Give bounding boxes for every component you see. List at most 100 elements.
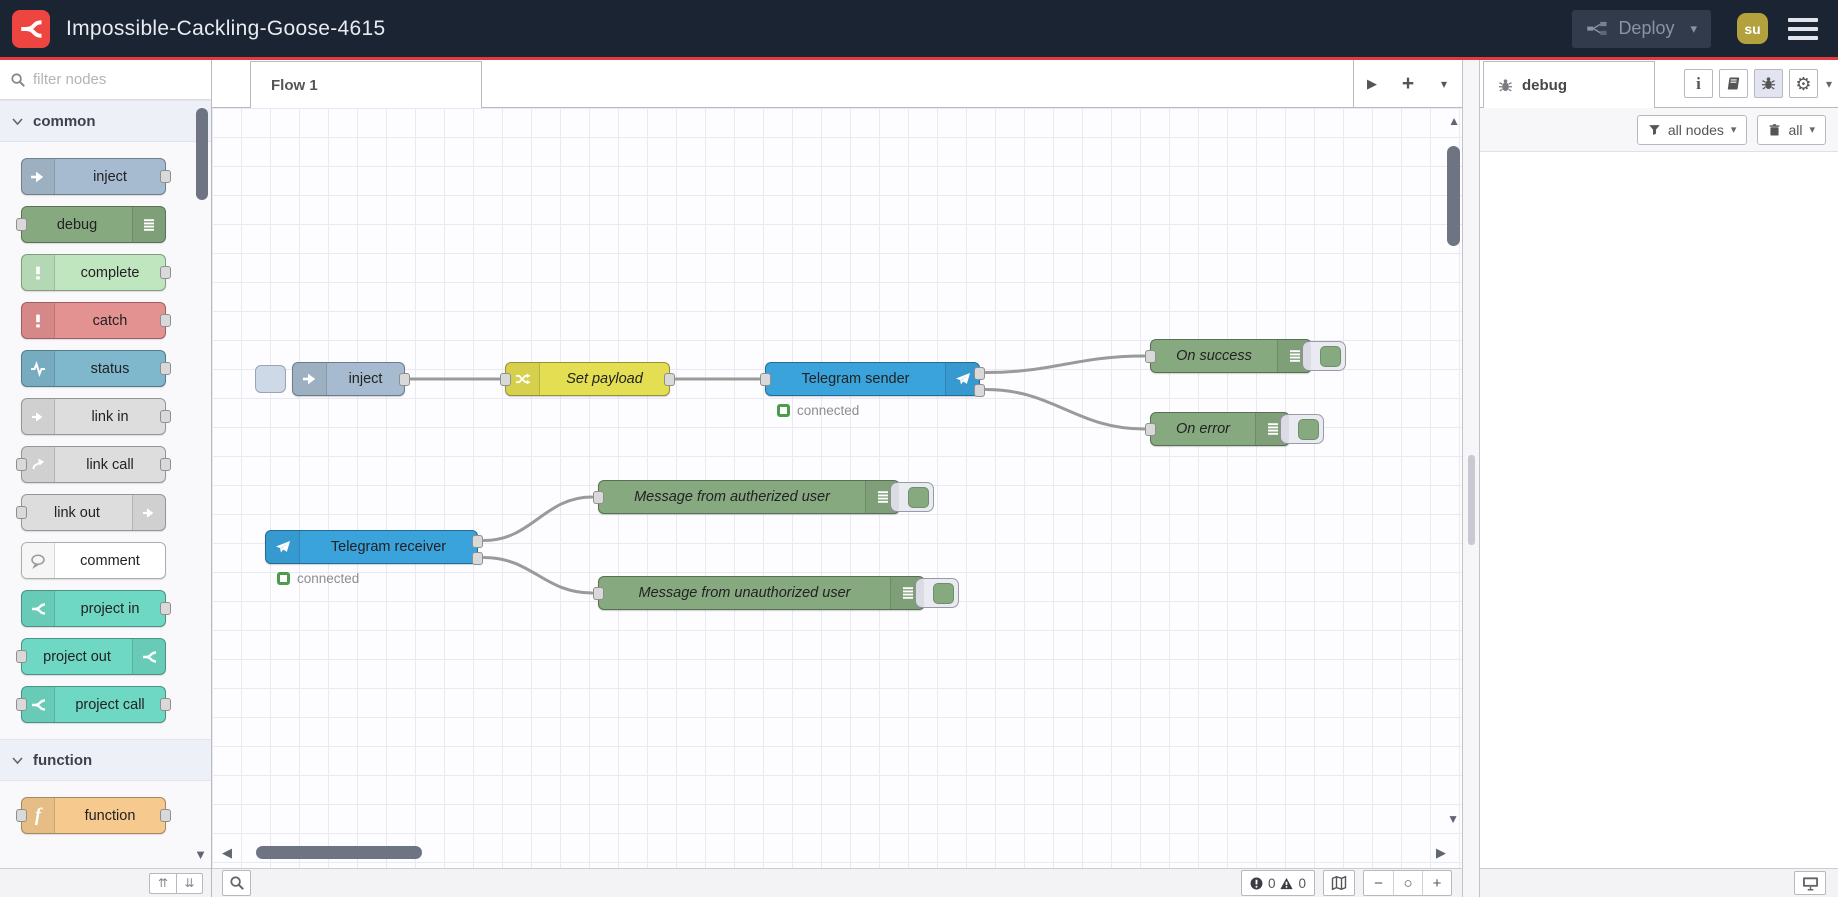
filter-chevron-icon: ▾ — [1730, 124, 1737, 136]
canvas-scroll-right-icon[interactable]: ▶ — [1436, 845, 1446, 861]
output-port[interactable] — [160, 314, 171, 327]
help-tab-button[interactable] — [1718, 69, 1748, 98]
output-port[interactable] — [664, 372, 675, 386]
main-menu-button[interactable] — [1788, 17, 1818, 40]
canvas-horizontal-scrollbar-thumb[interactable] — [256, 846, 422, 859]
flow-canvas[interactable]: inject Set payload Telegram sender connecte… — [212, 108, 1462, 868]
canvas-scroll-left-icon[interactable]: ◀ — [222, 845, 232, 861]
output-port-2[interactable] — [974, 384, 985, 397]
palette-node-debug[interactable]: debug — [16, 206, 166, 243]
palette-node-status[interactable]: status — [21, 350, 171, 387]
output-port-2[interactable] — [472, 552, 483, 565]
palette-node-catch[interactable]: catch — [21, 302, 171, 339]
input-port[interactable] — [1145, 349, 1156, 363]
input-port[interactable] — [593, 490, 604, 504]
filter-nodes-input[interactable] — [33, 71, 183, 88]
expand-all-button[interactable]: ⇊ — [176, 872, 203, 894]
exclaim-icon — [30, 313, 46, 329]
palette-category-common[interactable]: common — [0, 100, 211, 142]
palette-node-function[interactable]: f function — [16, 797, 171, 834]
notification-counts[interactable]: 0 0 — [1240, 870, 1315, 896]
splitter-scrollbar-thumb[interactable] — [1468, 455, 1475, 545]
palette-node-project-in[interactable]: project in — [21, 590, 171, 627]
flow-node-inject[interactable]: inject — [255, 362, 410, 396]
input-port[interactable] — [760, 372, 771, 386]
wire[interactable] — [984, 388, 1146, 431]
node-label: comment — [80, 552, 140, 569]
sidebar-splitter[interactable] — [1462, 60, 1480, 897]
output-port-1[interactable] — [974, 367, 985, 380]
debug-tab-button[interactable] — [1753, 69, 1783, 98]
deploy-options-chevron-icon[interactable]: ▾ — [1690, 21, 1697, 37]
wire[interactable] — [482, 556, 594, 595]
flow-node-sender[interactable]: Telegram sender — [760, 362, 985, 397]
sidebar-tabs-chevron-icon[interactable]: ▾ — [1826, 77, 1832, 91]
input-port[interactable] — [16, 650, 27, 663]
input-port[interactable] — [16, 218, 27, 231]
palette-node-project-out[interactable]: project out — [16, 638, 166, 675]
canvas-scroll-down-icon[interactable]: ▼ — [1447, 812, 1459, 826]
palette-node-complete[interactable]: complete — [21, 254, 171, 291]
open-debug-window-button[interactable] — [1794, 871, 1826, 895]
canvas-search-button[interactable] — [222, 870, 251, 896]
output-port[interactable] — [160, 266, 171, 279]
add-flow-button[interactable]: + — [1390, 72, 1426, 96]
palette-category-function[interactable]: function — [0, 739, 211, 781]
zoom-reset-button[interactable]: ○ — [1393, 871, 1422, 895]
flow-node-success[interactable]: On success — [1145, 339, 1346, 373]
flow-node-unauth[interactable]: Message from unauthorized user — [593, 576, 959, 610]
collapse-all-button[interactable]: ⇈ — [149, 872, 176, 894]
flow-node-error[interactable]: On error — [1145, 412, 1324, 446]
output-port[interactable] — [160, 698, 171, 711]
palette-node-link-out[interactable]: link out — [16, 494, 166, 531]
output-port[interactable] — [160, 458, 171, 471]
flow-node-receiver[interactable]: Telegram receiver — [265, 530, 483, 565]
palette-node-inject[interactable]: inject — [21, 158, 171, 195]
list-icon — [141, 217, 157, 233]
input-port[interactable] — [16, 506, 27, 519]
gear-icon: ⚙ — [1795, 73, 1812, 94]
flow-list-chevron-icon[interactable]: ▾ — [1426, 77, 1462, 91]
tab-scroll-right-icon[interactable]: ▶ — [1354, 76, 1390, 92]
input-port[interactable] — [593, 586, 604, 600]
canvas-vertical-scrollbar-thumb[interactable] — [1447, 146, 1460, 246]
output-port[interactable] — [160, 362, 171, 375]
input-port[interactable] — [1145, 422, 1156, 436]
flow-node-auth[interactable]: Message from autherized user — [593, 480, 934, 514]
monitor-icon — [1802, 876, 1819, 891]
input-port[interactable] — [500, 372, 511, 386]
debug-tab-label: debug — [1522, 76, 1567, 94]
canvas-scroll-up-icon[interactable]: ▲ — [1448, 114, 1460, 128]
user-avatar[interactable]: su — [1737, 13, 1768, 44]
input-port[interactable] — [16, 458, 27, 471]
palette-node-link-call[interactable]: link call — [16, 446, 171, 483]
output-port-1[interactable] — [472, 535, 483, 548]
zoom-in-button[interactable]: + — [1422, 871, 1451, 895]
output-port[interactable] — [160, 602, 171, 615]
zoom-out-button[interactable]: − — [1364, 871, 1393, 895]
wire[interactable] — [482, 495, 594, 542]
deploy-button[interactable]: Deploy ▾ — [1572, 9, 1711, 48]
palette-scroll-down-icon[interactable]: ▼ — [194, 847, 207, 862]
input-port[interactable] — [16, 698, 27, 711]
input-port[interactable] — [16, 809, 27, 822]
palette-scrollbar-thumb[interactable] — [196, 108, 208, 200]
flow-node-set[interactable]: Set payload — [500, 362, 675, 396]
tab-flow-1[interactable]: Flow 1 — [250, 61, 482, 108]
output-port[interactable] — [399, 372, 410, 386]
config-tab-button[interactable]: ⚙ — [1788, 69, 1818, 98]
info-tab-button[interactable]: i — [1683, 69, 1713, 98]
tab-debug[interactable]: debug — [1483, 61, 1655, 108]
debug-clear-button[interactable]: all ▾ — [1757, 114, 1826, 145]
palette-node-project-call[interactable]: project call — [16, 686, 171, 723]
navigator-button[interactable] — [1323, 870, 1355, 896]
output-port[interactable] — [160, 809, 171, 822]
palette-node-link-in[interactable]: link in — [21, 398, 171, 435]
debug-filter-button[interactable]: all nodes ▾ — [1636, 114, 1748, 145]
palette-node-comment[interactable]: comment — [21, 542, 166, 579]
output-port[interactable] — [160, 170, 171, 183]
output-port[interactable] — [160, 410, 171, 423]
telegram-icon — [275, 539, 291, 555]
inject-trigger-button[interactable] — [255, 365, 286, 393]
wire[interactable] — [984, 354, 1146, 374]
